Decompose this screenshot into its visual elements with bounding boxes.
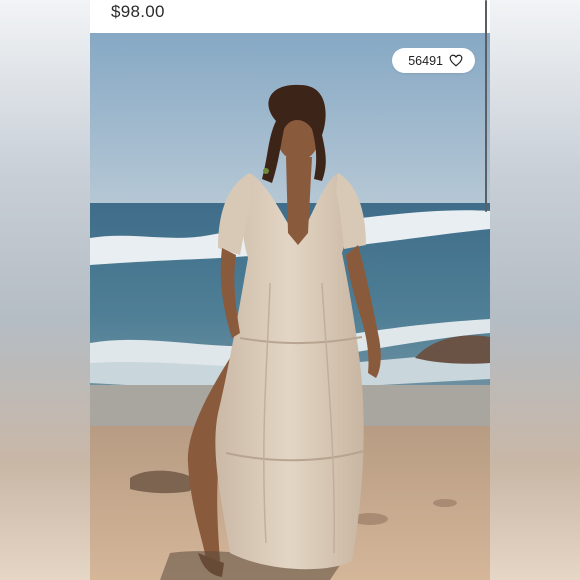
product-photo[interactable]: 56491 bbox=[90, 33, 490, 580]
heart-outline-icon bbox=[449, 54, 463, 67]
beach-photo-illustration bbox=[90, 33, 490, 580]
listing-header: $98.00 bbox=[90, 0, 490, 33]
listing-screen: $98.00 56491 bbox=[0, 0, 580, 580]
like-button[interactable]: 56491 bbox=[392, 48, 475, 73]
likes-count: 56491 bbox=[408, 53, 443, 68]
scrollbar[interactable] bbox=[485, 0, 487, 212]
listing-price: $98.00 bbox=[111, 2, 165, 21]
